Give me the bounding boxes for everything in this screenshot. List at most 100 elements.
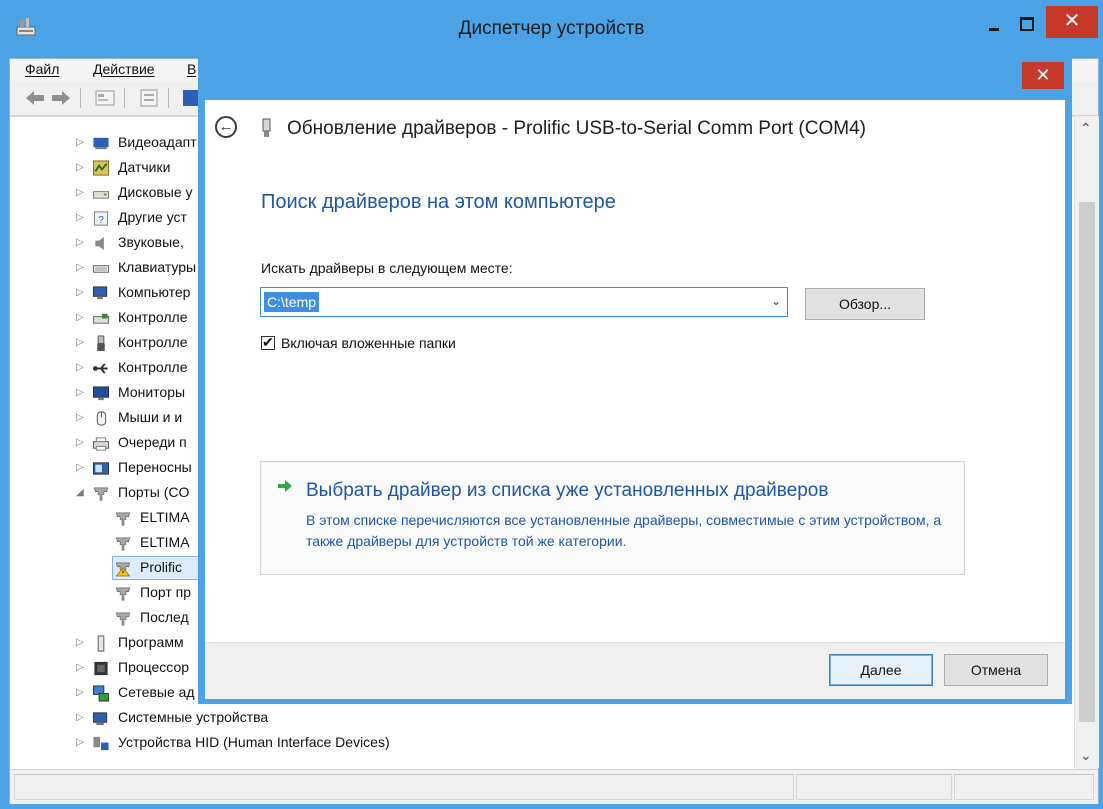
cancel-button[interactable]: Отмена [944,654,1048,686]
menu-file[interactable]: Файл [25,61,59,77]
tree-expander-empty [98,587,108,599]
network-adapter-icon [92,685,110,702]
tree-expander-icon[interactable]: ▷ [76,737,86,749]
storage-controller-icon [92,313,110,324]
back-arrow-icon[interactable]: ← [215,116,237,138]
tree-item-label: Контролле [118,334,188,350]
include-subfolders-label[interactable]: Включая вложенные папки [281,335,456,351]
portable-device-icon [92,462,110,475]
dialog-close-button[interactable]: ✕ [1022,62,1064,89]
tree-expander-icon[interactable]: ▷ [76,412,86,424]
tree-expander-icon[interactable]: ▷ [76,362,86,374]
svg-text:?: ? [98,215,104,226]
monitor-icon [92,386,110,401]
tree-item-label: Дисковые у [118,184,193,200]
search-path-combobox[interactable]: C:\temp ⌄ [260,287,788,317]
maximize-button[interactable] [1012,12,1040,36]
tree-item-label: Видеоадапт [118,134,197,150]
usb-device-icon [262,118,271,137]
forward-arrow-icon[interactable] [50,89,72,107]
device-manager-titlebar[interactable]: Диспетчер устройств ✕ [0,0,1103,58]
dialog-title: Обновление драйверов - Prolific USB-to-S… [287,118,866,139]
menu-view[interactable]: В [187,61,196,77]
port-icon [115,587,131,601]
tree-expander-icon[interactable]: ▷ [76,262,86,274]
display-adapter-icon [93,137,109,150]
port-icon [115,612,131,626]
status-cell-main [14,774,794,800]
search-location-label: Искать драйверы в следующем месте: [261,260,513,276]
device-tree-view-icon[interactable] [94,89,116,107]
tree-item-label: Мониторы [118,384,186,400]
pick-driver-description: В этом списке перечисляются все установл… [306,512,942,549]
scroll-thumb[interactable] [1079,202,1095,722]
tree-item-label: Звуковые, [118,234,184,250]
tree-expander-icon[interactable]: ▷ [76,712,86,724]
tree-expander-icon[interactable]: ▷ [76,637,86,649]
device-manager-title: Диспетчер устройств [458,18,645,39]
status-cell-2 [796,774,952,800]
tree-expander-icon[interactable]: ▷ [76,162,86,174]
dialog-body: Поиск драйверов на этом компьютере Искат… [205,158,1065,642]
mouse-icon [96,411,107,426]
tree-expander-icon[interactable]: ▷ [76,137,86,149]
port-icon [93,487,109,501]
tree-expander-icon[interactable]: ▷ [76,387,86,399]
next-button[interactable]: Далее [829,654,933,686]
tree-item-label: Программ [118,634,184,650]
usb-plug-icon [97,335,105,352]
tree-expander-empty [98,537,108,549]
tree-expander-icon[interactable]: ▷ [76,187,86,199]
scroll-down-arrow[interactable]: ⌄ [1080,747,1092,764]
tree-expander-icon[interactable]: ▷ [76,662,86,674]
scroll-up-arrow[interactable]: ⌃ [1080,120,1092,137]
search-path-value[interactable]: C:\temp [264,292,320,312]
port-icon [115,512,131,526]
menu-action[interactable]: Действие [93,61,155,77]
pick-driver-link[interactable]: Выбрать драйвер из списка уже установлен… [306,480,828,502]
port-warning-icon [115,562,131,577]
tree-expander-icon[interactable]: ▷ [76,287,86,299]
tree-item-label: Процессор [118,659,190,675]
window-close-button[interactable]: ✕ [1046,6,1098,38]
status-cell-3 [954,774,1094,800]
browse-button[interactable]: Обзор... [805,288,925,320]
properties-icon[interactable] [138,89,160,107]
dialog-header: ← Обновление драйверов - Prolific USB-to… [205,100,1065,158]
tree-expander-icon[interactable]: ▷ [76,312,86,324]
unknown-device-icon: ? [93,211,109,226]
usb-symbol-icon [92,363,108,374]
tree-expander-icon[interactable]: ▷ [76,462,86,474]
keyboard-icon [92,265,110,273]
speaker-icon [95,236,104,251]
minimize-button[interactable] [980,12,1008,36]
tree-item-label: Сетевые ад [118,684,195,700]
processor-icon [94,661,108,676]
green-arrow-icon [278,480,292,492]
tree-item-label: Клавиатуры [118,259,197,275]
tree-expander-icon[interactable]: ▷ [76,237,86,249]
tree-item-label: Послед [140,609,189,625]
tree-item-label: Контролле [118,359,188,375]
tree-expander-icon[interactable]: ▷ [76,212,86,224]
tree-expander-empty [98,562,108,574]
tree-expander-icon[interactable]: ▷ [76,437,86,449]
back-arrow-icon[interactable] [24,89,46,107]
port-icon [115,537,131,551]
tree-item-label: Порты (CO [118,484,190,500]
tree-item-label: Мыши и и [118,409,183,425]
checkmark-icon: ✔ [262,334,274,350]
vertical-scrollbar[interactable]: ⌃ ⌄ [1074,116,1099,768]
tree-expander-icon[interactable]: ◢ [76,487,86,499]
pick-driver-option[interactable]: Выбрать драйвер из списка уже установлен… [260,461,965,575]
tree-expander-icon[interactable]: ▷ [76,687,86,699]
include-subfolders-checkbox[interactable]: ✔ [261,334,275,350]
tree-item-label: Компьютер [118,284,191,300]
page-heading: Поиск драйверов на этом компьютере [261,191,616,213]
chevron-down-icon[interactable]: ⌄ [771,294,781,308]
system-device-icon [92,712,108,726]
software-device-icon [97,635,105,652]
status-bar [10,769,1098,804]
tree-expander-icon[interactable]: ▷ [76,337,86,349]
tree-item-label: ELTIMA [140,534,190,550]
